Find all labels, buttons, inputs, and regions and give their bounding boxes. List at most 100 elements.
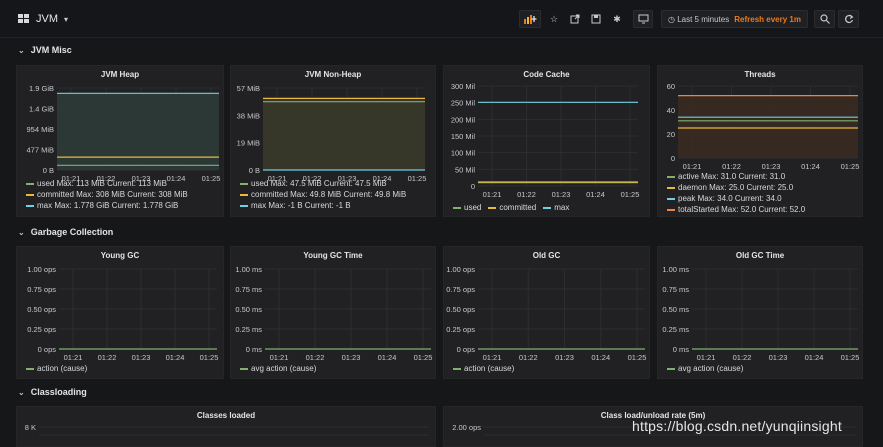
legend-item[interactable]: used Max: 113 MiB Current: 113 MiB: [26, 178, 188, 189]
x-tick-label: 01:21: [270, 353, 289, 362]
row-header-jvm-misc[interactable]: ⌄ JVM Misc: [18, 45, 72, 55]
x-tick-label: 01:23: [762, 162, 781, 171]
share-button[interactable]: [566, 10, 584, 28]
panel-jvm-non-heap[interactable]: JVM Non-Heap 57 MiB 38 MiB 19 MiB 0 B 01:21 01…: [230, 65, 436, 217]
settings-button[interactable]: ✱: [608, 10, 626, 28]
legend-color-swatch: [667, 197, 675, 200]
y-tick-label: 38 MiB: [237, 111, 260, 120]
y-tick-label: 50 Mil: [455, 165, 475, 174]
legend-color-swatch: [667, 175, 675, 178]
legend-label: used Max: 113 MiB Current: 113 MiB: [37, 179, 167, 188]
x-tick-label: 01:23: [132, 353, 151, 362]
legend-color-swatch: [543, 206, 552, 209]
y-tick-label: 0.75 ms: [235, 285, 262, 294]
panel-jvm-heap[interactable]: JVM Heap 1.9 GiB 1.4 GiB 954 MiB 477 MiB 0 B0…: [16, 65, 224, 217]
legend-item[interactable]: daemon Max: 25.0 Current: 25.0: [667, 182, 805, 193]
legend-item[interactable]: used: [453, 202, 481, 213]
dashboard-grid-icon: [18, 14, 30, 24]
legend-item[interactable]: peak Max: 34.0 Current: 34.0: [667, 193, 805, 204]
legend-color-swatch: [453, 367, 461, 370]
x-tick-label: 01:23: [342, 353, 361, 362]
legend-label: peak Max: 34.0 Current: 34.0: [678, 194, 782, 203]
legend-item[interactable]: committed Max: 49.8 MiB Current: 49.8 Mi…: [240, 189, 406, 200]
x-tick-label: 01:22: [519, 353, 538, 362]
y-tick-label: 477 MiB: [26, 146, 54, 155]
y-tick-label: 0.75 ops: [446, 285, 475, 294]
row-title: Garbage Collection: [30, 227, 114, 237]
time-picker-button[interactable]: ◷ Last 5 minutes Refresh every 1m: [661, 10, 808, 28]
row-title: Classloading: [30, 387, 87, 397]
legend-item[interactable]: used Max: 47.5 MiB Current: 47.5 MiB: [240, 178, 406, 189]
legend-item[interactable]: max Max: 1.778 GiB Current: 1.778 GiB: [26, 200, 188, 211]
x-tick-label: 01:22: [733, 353, 752, 362]
legend-label: used Max: 47.5 MiB Current: 47.5 MiB: [251, 179, 387, 188]
row-header-garbage-collection[interactable]: ⌄ Garbage Collection: [18, 227, 113, 237]
y-tick-label: 19 MiB: [237, 139, 260, 148]
panel-classes-loaded[interactable]: Classes loaded 8 K: [16, 406, 436, 447]
y-tick-label: 250 Mil: [451, 99, 476, 108]
legend-label: committed Max: 308 MiB Current: 308 MiB: [37, 190, 188, 199]
legend-label: used: [464, 203, 482, 212]
legend-label: max: [554, 203, 570, 212]
legend-item[interactable]: action (cause): [26, 363, 87, 374]
legend-item[interactable]: avg action (cause): [667, 363, 743, 374]
x-tick-label: 01:22: [517, 190, 536, 199]
y-tick-label: 60: [667, 82, 675, 91]
legend-item[interactable]: totalStarted Max: 52.0 Current: 52.0: [667, 204, 805, 215]
add-panel-button[interactable]: [519, 10, 541, 28]
y-tick-label: 0.50 ops: [446, 305, 475, 314]
legend-color-swatch: [667, 186, 675, 189]
save-button[interactable]: [587, 10, 605, 28]
x-tick-label: 01:21: [64, 353, 83, 362]
legend-label: committed Max: 49.8 MiB Current: 49.8 Mi…: [251, 190, 407, 199]
legend-item[interactable]: max Max: -1 B Current: -1 B: [240, 200, 406, 211]
legend: avg action (cause): [240, 363, 316, 374]
legend-label: action (cause): [37, 364, 88, 373]
dashboard-picker[interactable]: JVM ▾: [18, 13, 68, 25]
panel-threads[interactable]: Threads 60 40 20 0 01:21 01:22 01:23 01:24 01:25 a…: [657, 65, 863, 217]
legend-item[interactable]: committed: [488, 202, 536, 213]
legend: used Max: 47.5 MiB Current: 47.5 MiB comm…: [240, 178, 406, 211]
legend-item[interactable]: active Max: 31.0 Current: 31.0: [667, 171, 805, 182]
legend-label: avg action (cause): [678, 364, 744, 373]
watermark-text: https://blog.csdn.net/yunqiinsight: [632, 418, 842, 434]
legend-item[interactable]: max: [543, 202, 569, 213]
y-tick-label: 100 Mil: [451, 149, 476, 158]
legend-label: committed: [499, 203, 537, 212]
y-tick-label: 0 B: [249, 166, 260, 175]
y-tick-label: 0.25 ms: [662, 325, 689, 334]
chevron-down-icon: ⌄: [18, 387, 25, 397]
legend-color-swatch: [26, 204, 34, 207]
y-tick-label: 150 Mil: [451, 132, 476, 141]
legend-item[interactable]: action (cause): [453, 363, 514, 374]
x-tick-label: 01:24: [591, 353, 610, 362]
tv-mode-button[interactable]: [633, 10, 653, 28]
legend-item[interactable]: avg action (cause): [240, 363, 316, 374]
panel-old-gc[interactable]: Old GC 1.00 ops 0.75 ops 0.50 ops 0.25 ops 0 …: [443, 246, 650, 379]
zoom-out-button[interactable]: [814, 10, 835, 28]
clock-icon: ◷: [668, 14, 678, 24]
panel-code-cache[interactable]: Code Cache 300 Mil 250 Mil 200 Mil 150 Mil 10…: [443, 65, 650, 217]
add-panel-icon: [524, 15, 537, 24]
row-header-classloading[interactable]: ⌄ Classloading: [18, 387, 87, 397]
legend-color-swatch: [26, 367, 34, 370]
panel-young-gc[interactable]: Young GC 1.00 ops 0.75 ops 0.50 ops 0.25 ops…: [16, 246, 224, 379]
x-tick-label: 01:25: [621, 190, 640, 199]
row-title: JVM Misc: [30, 45, 72, 55]
legend-item[interactable]: committed Max: 308 MiB Current: 308 MiB: [26, 189, 188, 200]
y-tick-label: 0 B: [43, 166, 54, 175]
x-tick-label: 01:24: [805, 353, 824, 362]
x-tick-label: 01:23: [555, 353, 574, 362]
y-tick-label: 300 Mil: [451, 82, 476, 91]
chart-svg: 8 K: [25, 423, 429, 436]
y-tick-label: 0.50 ms: [662, 305, 689, 314]
panel-young-gc-time[interactable]: Young GC Time 1.00 ms 0.75 ms 0.50 ms 0.25 m…: [230, 246, 436, 379]
time-range-label: Last 5 minutes: [677, 14, 730, 24]
panel-old-gc-time[interactable]: Old GC Time 1.00 ms 0.75 ms 0.50 ms 0.25 ms 0…: [657, 246, 863, 379]
star-button[interactable]: ☆: [545, 10, 563, 28]
legend: used Max: 113 MiB Current: 113 MiB commit…: [26, 178, 188, 211]
legend-color-swatch: [240, 204, 248, 207]
legend-color-swatch: [240, 193, 248, 196]
refresh-button[interactable]: [838, 10, 859, 28]
legend-color-swatch: [667, 208, 675, 211]
